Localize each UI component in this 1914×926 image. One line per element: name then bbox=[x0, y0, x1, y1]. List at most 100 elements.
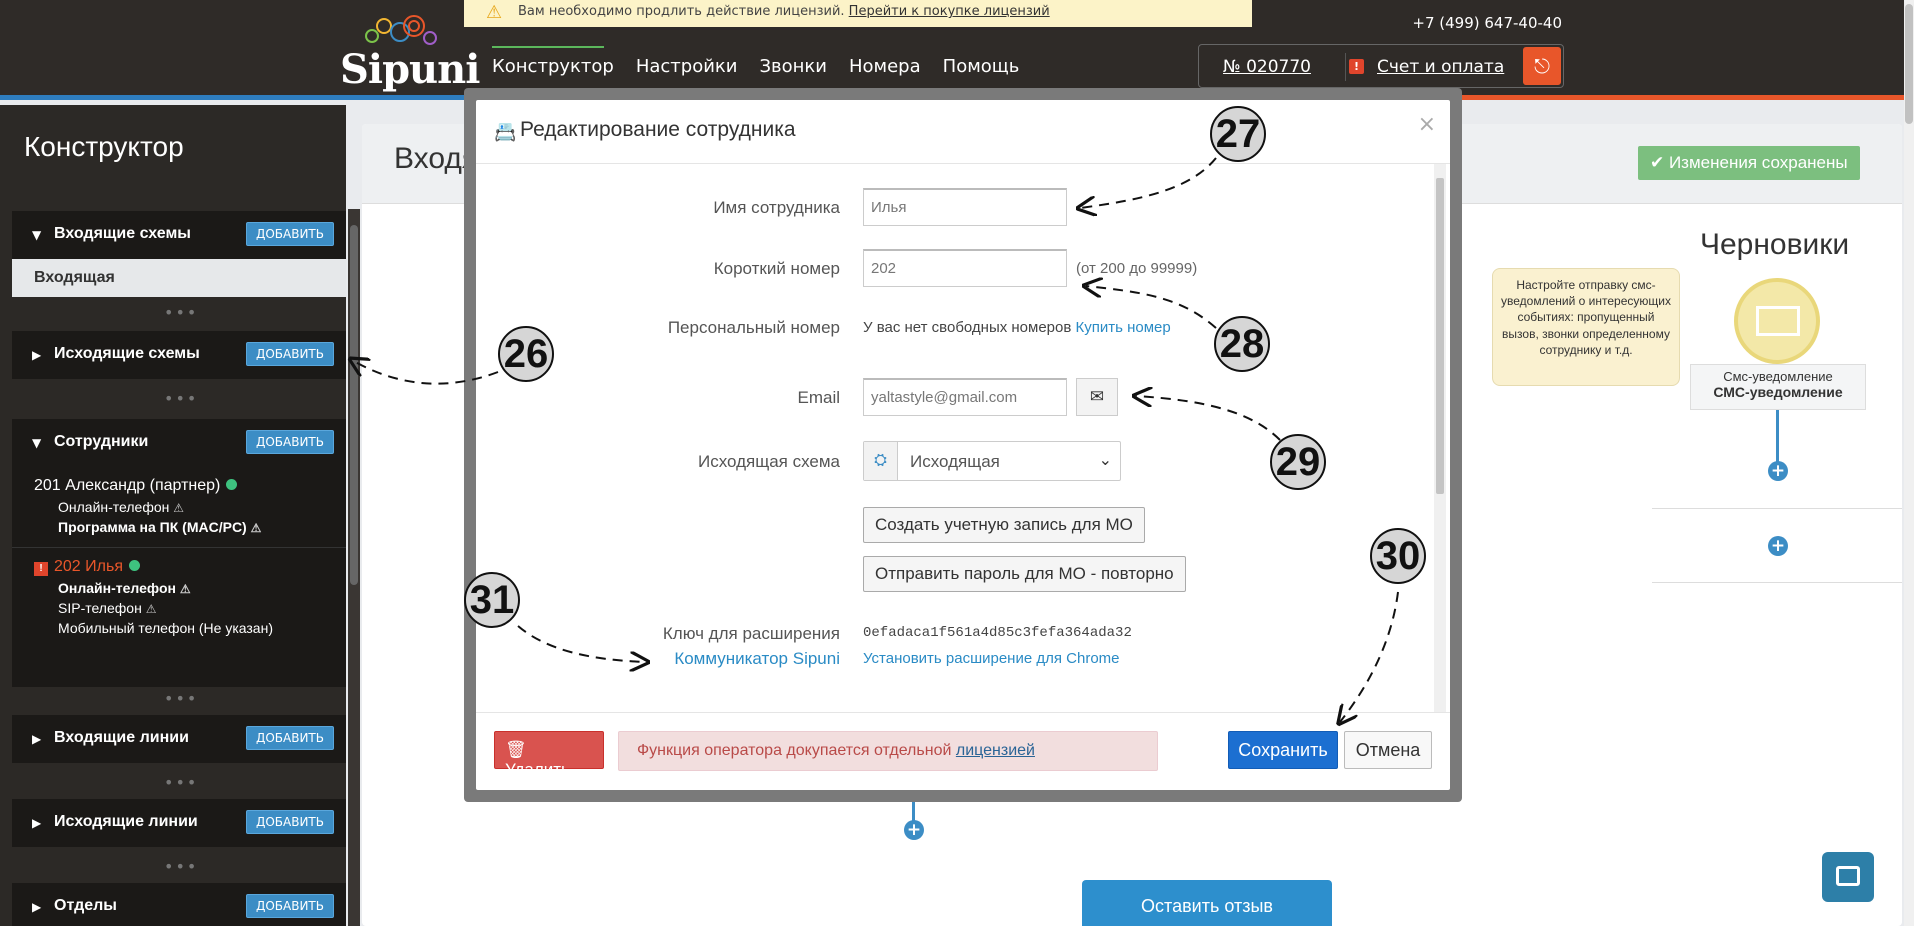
section-outgoing-schemes: ▶ Исходящие схемы ДОБАВИТЬ bbox=[12, 331, 346, 379]
divider-dots: ••• bbox=[164, 689, 199, 708]
section-employees: ▼ Сотрудники ДОБАВИТЬ 201 Александр (пар… bbox=[12, 419, 346, 687]
sms-card-caption: Смс-уведомление bbox=[1723, 369, 1833, 384]
cancel-button[interactable]: Отмена bbox=[1344, 731, 1432, 769]
nav-settings[interactable]: Настройки bbox=[636, 56, 738, 77]
divider-dots: ••• bbox=[164, 389, 199, 408]
save-button[interactable]: Сохранить bbox=[1228, 731, 1338, 769]
delete-label: Удалить bbox=[505, 760, 570, 779]
callout-26: 26 bbox=[498, 326, 554, 382]
employee-device: Мобильный телефон (Не указан) bbox=[58, 620, 273, 636]
section-outgoing-lines: ▶ Исходящие линии ДОБАВИТЬ bbox=[12, 799, 346, 847]
main-nav: Конструктор Настройки Звонки Номера Помо… bbox=[492, 46, 1041, 77]
employee-device: Онлайн-телефон ⚠ bbox=[34, 580, 324, 596]
envelope-shape bbox=[1756, 306, 1800, 336]
divider-dots: ••• bbox=[164, 857, 199, 876]
personal-number-text: У вас нет свободных номеров Купить номер bbox=[863, 319, 1171, 336]
online-status-dot bbox=[128, 560, 140, 571]
communicator-link[interactable]: Коммуникатор Sipuni bbox=[674, 649, 840, 669]
section-label: Отделы bbox=[54, 897, 117, 914]
section-header[interactable]: ▶ Отделы ДОБАВИТЬ bbox=[12, 883, 346, 926]
email-label: Email bbox=[797, 388, 840, 407]
warning-icon: ⚠ bbox=[145, 602, 157, 616]
add-node-plus-icon[interactable]: + bbox=[904, 820, 924, 840]
billing-link[interactable]: Счет и оплата bbox=[1377, 57, 1504, 77]
create-mo-account-button[interactable]: Создать учетную запись для МО bbox=[863, 507, 1145, 543]
nav-numbers[interactable]: Номера bbox=[849, 56, 921, 77]
section-header[interactable]: ▼ Входящие схемы ДОБАВИТЬ bbox=[12, 211, 346, 259]
buy-licenses-link[interactable]: Перейти к покупке лицензий bbox=[849, 4, 1050, 19]
delete-button[interactable]: 🗑 Удалить bbox=[494, 731, 604, 779]
page-scrollbar[interactable] bbox=[1904, 0, 1914, 926]
sms-notification-card[interactable]: Смс-уведомление СМС-уведомление bbox=[1690, 364, 1866, 410]
send-email-button[interactable]: ✉ bbox=[1076, 378, 1118, 416]
nav-constructor[interactable]: Конструктор bbox=[492, 46, 614, 77]
add-employee-button[interactable]: ДОБАВИТЬ bbox=[245, 430, 334, 454]
modal-scrollbar[interactable] bbox=[1434, 164, 1446, 712]
section-label: Входящие схемы bbox=[54, 225, 191, 242]
no-numbers-text: У вас нет свободных номеров bbox=[863, 319, 1072, 336]
sidebar-scrollbar[interactable] bbox=[348, 209, 360, 926]
operator-license-alert: Функция оператора докупается отдельной л… bbox=[618, 731, 1158, 771]
employee-entry[interactable]: 201 Александр (партнер) Онлайн-телефон ⚠… bbox=[12, 477, 346, 535]
drafts-title: Черновики bbox=[1700, 228, 1850, 261]
warning-icon: ⚠ bbox=[179, 582, 191, 596]
section-header[interactable]: ▶ Входящие линии ДОБАВИТЬ bbox=[12, 715, 346, 763]
callout-31: 31 bbox=[464, 572, 520, 628]
section-header[interactable]: ▶ Исходящие линии ДОБАВИТЬ bbox=[12, 799, 346, 847]
add-node-plus-icon[interactable]: + bbox=[1768, 536, 1788, 556]
envelope-icon: ✉ bbox=[1089, 387, 1105, 406]
close-icon[interactable]: × bbox=[1418, 112, 1436, 137]
changes-saved-badge: ✔ Изменения сохранены bbox=[1638, 146, 1860, 180]
scrollbar-thumb[interactable] bbox=[350, 225, 358, 585]
employee-entry[interactable]: ! 202 Илья Онлайн-телефон ⚠ SIP-телефон ⚠… bbox=[12, 558, 346, 636]
modal-title: Редактирование сотрудника bbox=[520, 118, 796, 141]
buy-number-link[interactable]: Купить номер bbox=[1076, 319, 1171, 336]
section-header[interactable]: ▼ Сотрудники ДОБАВИТЬ bbox=[12, 419, 346, 467]
scrollbar-thumb[interactable] bbox=[1905, 4, 1913, 124]
nav-help[interactable]: Помощь bbox=[943, 56, 1020, 77]
logo-circles-icon bbox=[365, 15, 437, 45]
alert-text: Функция оператора докупается отдельной bbox=[637, 742, 952, 759]
online-status-dot bbox=[226, 479, 238, 490]
incoming-scheme-item[interactable]: Входящая bbox=[12, 259, 346, 297]
warning-icon: ⚠ bbox=[486, 2, 503, 23]
add-outgoing-scheme-button[interactable]: ДОБАВИТЬ bbox=[245, 342, 334, 366]
short-number-hint: (от 200 до 99999) bbox=[1076, 260, 1198, 277]
add-incoming-line-button[interactable]: ДОБАВИТЬ bbox=[245, 726, 334, 750]
logout-button[interactable]: ⎋ bbox=[1523, 47, 1561, 85]
envelope-icon[interactable] bbox=[1734, 278, 1820, 364]
leave-feedback-button[interactable]: Оставить отзыв bbox=[1082, 880, 1332, 926]
add-node-plus-icon[interactable]: + bbox=[1768, 461, 1788, 481]
email-field[interactable]: yaltastyle@gmail.com bbox=[863, 378, 1067, 416]
license-link[interactable]: лицензией bbox=[956, 742, 1035, 759]
add-incoming-scheme-button[interactable]: ДОБАВИТЬ bbox=[245, 222, 334, 246]
chat-widget-button[interactable] bbox=[1822, 852, 1874, 902]
add-department-button[interactable]: ДОБАВИТЬ bbox=[245, 894, 334, 918]
short-number-field[interactable]: 202 bbox=[863, 249, 1067, 287]
device-label: SIP-телефон bbox=[58, 600, 142, 616]
employee-name-field[interactable]: Илья bbox=[863, 188, 1067, 226]
sipuni-logo[interactable]: Sipuni bbox=[340, 14, 480, 93]
resend-mo-password-button[interactable]: Отправить пароль для МО - повторно bbox=[863, 556, 1186, 592]
trash-icon: 🗑 bbox=[505, 740, 527, 759]
chevron-down-icon: ⌄ bbox=[1098, 452, 1112, 469]
scrollbar-thumb[interactable] bbox=[1436, 178, 1444, 494]
warning-icon: ⚠ bbox=[250, 521, 262, 535]
personal-number-label: Персональный номер bbox=[667, 318, 840, 337]
section-label: Исходящие схемы bbox=[54, 345, 200, 362]
collapsed-triangle-icon: ▶ bbox=[32, 816, 42, 830]
collapsed-triangle-icon: ▶ bbox=[32, 348, 42, 362]
callout-30: 30 bbox=[1370, 528, 1426, 584]
employee-divider bbox=[12, 547, 346, 548]
install-chrome-extension-link[interactable]: Установить расширение для Chrome bbox=[863, 650, 1120, 667]
chat-icon bbox=[1836, 866, 1860, 886]
sidebar-title: Конструктор bbox=[24, 131, 184, 162]
add-outgoing-line-button[interactable]: ДОБАВИТЬ bbox=[245, 810, 334, 834]
outgoing-scheme-select[interactable]: ⛭ Исходящая ⌄ bbox=[863, 441, 1121, 481]
nav-calls[interactable]: Звонки bbox=[759, 56, 827, 77]
logout-icon: ⎋ bbox=[1534, 54, 1550, 78]
account-number-link[interactable]: № 020770 bbox=[1223, 57, 1311, 77]
section-header[interactable]: ▶ Исходящие схемы ДОБАВИТЬ bbox=[12, 331, 346, 379]
section-incoming-lines: ▶ Входящие линии ДОБАВИТЬ bbox=[12, 715, 346, 763]
employee-name-text: 202 Илья bbox=[54, 558, 123, 575]
